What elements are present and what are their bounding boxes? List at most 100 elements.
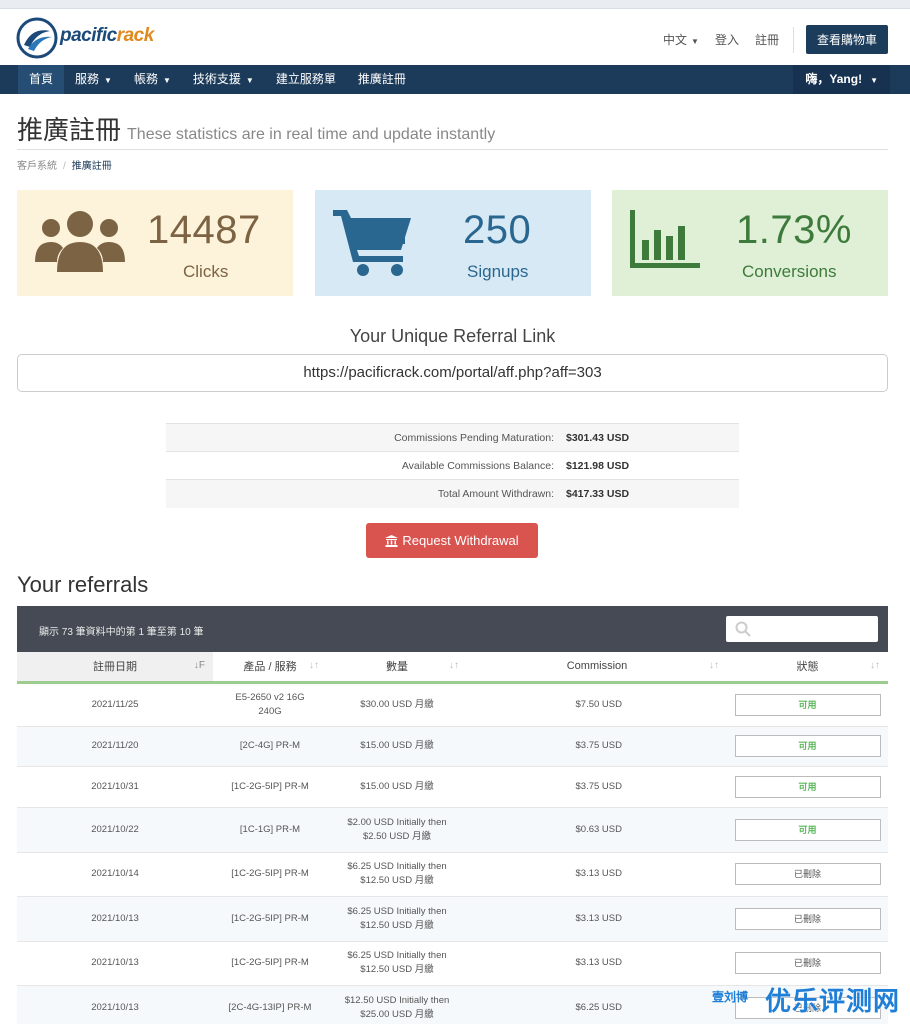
commission-label: Total Amount Withdrawn: xyxy=(166,479,566,508)
header-actions: 中文 ▼ 登入 註冊 查看購物車 xyxy=(647,25,888,54)
browser-top-strip xyxy=(0,0,910,9)
pacificrack-logo[interactable]: pacificrack xyxy=(16,17,166,59)
nav-open-ticket-label: 建立服務單 xyxy=(275,72,336,86)
cell-date: 2021/11/20 xyxy=(17,725,213,766)
nav-home[interactable]: 首頁 xyxy=(18,65,65,94)
cell-status: 已刪除 xyxy=(727,895,888,941)
col-product[interactable]: 產品 / 服務 ↓↑ xyxy=(213,652,327,684)
logo-text-pacific: pacific xyxy=(60,25,117,46)
users-icon xyxy=(35,211,125,272)
logo-swirl-icon xyxy=(16,17,58,59)
nav-services[interactable]: 服務 ▼ xyxy=(64,65,123,94)
status-badge: 可用 xyxy=(734,735,881,757)
cell-amount: $6.25 USD Initially then $12.50 USD 月繳 xyxy=(327,851,467,896)
breadcrumb-separator: / xyxy=(63,161,66,172)
status-badge: 可用 xyxy=(734,693,881,716)
cell-amount: $12.50 USD Initially then $25.00 USD 月繳 xyxy=(327,984,467,1024)
shopping-cart-icon xyxy=(333,210,411,276)
commission-row-available: Available Commissions Balance: $121.98 U… xyxy=(166,451,739,480)
caret-down-icon: ▼ xyxy=(691,37,699,46)
table-row: 2021/10/14 [1C-2G-5IP] PR-M $6.25 USD Init… xyxy=(17,851,888,896)
col-status-label: 狀態 xyxy=(796,661,819,674)
page-subtitle: These statistics are in real time and up… xyxy=(127,126,496,143)
table-row: 2021/11/20 [2C-4G] PR-M $15.00 USD 月繳 $3.75… xyxy=(17,725,888,766)
cell-amount: $2.00 USD Initially then $2.50 USD 月繳 xyxy=(327,806,467,852)
cell-status: 可用 xyxy=(727,681,888,726)
cell-product: [1C-2G-5IP] PR-M xyxy=(213,940,327,985)
request-withdrawal-button[interactable]: Request Withdrawal xyxy=(366,523,538,558)
col-signup-date[interactable]: 註冊日期 ↓F xyxy=(17,652,213,684)
referrals-table: 註冊日期 ↓F 產品 / 服務 ↓↑ 數量 ↓↑ Commission ↓↑ 狀態 ↓↑ … xyxy=(17,652,888,1024)
logo-text-rack: rack xyxy=(116,25,155,46)
main-navbar: 首頁 服務 ▼ 帳務 ▼ 技術支援 ▼ 建立服務單 推廣註冊 嗨，Yang! ▼ xyxy=(0,65,910,94)
breadcrumb-current: 推廣註冊 xyxy=(71,161,112,172)
user-menu[interactable]: 嗨，Yang! ▼ xyxy=(793,65,890,94)
nav-support[interactable]: 技術支援 ▼ xyxy=(182,65,265,94)
cell-date: 2021/10/13 xyxy=(17,940,213,985)
watermark-author: 壹刘博 xyxy=(712,990,749,1004)
clicks-label: Clicks xyxy=(183,262,229,281)
cell-date: 2021/10/13 xyxy=(17,895,213,941)
caret-down-icon: ▼ xyxy=(162,76,171,85)
referral-link-field[interactable]: https://pacificrack.com/portal/aff.php?a… xyxy=(17,354,888,392)
col-amount[interactable]: 數量 ↓↑ xyxy=(327,652,467,684)
commissions-table: Commissions Pending Maturation: $301.43 … xyxy=(166,423,739,508)
page-title: 推廣註冊 xyxy=(17,115,122,145)
breadcrumb: 客戶系統 / 推廣註冊 xyxy=(17,157,112,172)
cell-commission: $7.50 USD xyxy=(467,681,727,726)
nav-home-label: 首頁 xyxy=(29,72,54,86)
cell-amount: $15.00 USD 月繳 xyxy=(327,725,467,766)
referral-link-title: Your Unique Referral Link xyxy=(349,326,556,346)
nav-affiliates[interactable]: 推廣註冊 xyxy=(347,65,417,94)
sort-icon: ↓↑ xyxy=(709,660,719,671)
request-withdrawal-label: Request Withdrawal xyxy=(402,533,519,548)
referrals-section-title: Your referrals xyxy=(17,572,149,597)
header-divider xyxy=(792,26,794,53)
status-badge: 已刪除 xyxy=(734,863,881,885)
cell-product: [1C-2G-5IP] PR-M xyxy=(213,851,327,896)
cell-status: 可用 xyxy=(727,725,888,766)
table-row: 2021/11/25 E5-2650 v2 16G 240G $30.00 USD … xyxy=(17,681,888,726)
commission-value: $301.43 USD xyxy=(566,423,739,452)
register-link[interactable]: 註冊 xyxy=(755,31,779,48)
table-row: 2021/10/31 [1C-2G-5IP] PR-M $15.00 USD 月繳 $… xyxy=(17,765,888,807)
login-link[interactable]: 登入 xyxy=(715,31,739,48)
table-info: 顯示 73 筆資料中的第 1 筆至第 10 筆 xyxy=(39,627,204,638)
col-status[interactable]: 狀態 ↓↑ xyxy=(727,652,888,684)
nav-billing-label: 帳務 xyxy=(133,72,158,86)
cell-amount: $6.25 USD Initially then $12.50 USD 月繳 xyxy=(327,940,467,985)
sort-icon: ↓↑ xyxy=(870,660,880,671)
cell-product: [1C-2G-5IP] PR-M xyxy=(213,765,327,807)
nav-services-label: 服務 xyxy=(75,72,100,86)
user-greeting: 嗨，Yang! xyxy=(805,72,863,86)
status-badge: 可用 xyxy=(734,775,881,798)
commission-row-pending: Commissions Pending Maturation: $301.43 … xyxy=(166,423,739,452)
language-dropdown[interactable]: 中文 ▼ xyxy=(663,31,699,48)
table-row: 2021/10/13 [2C-4G-13IP] PR-M $12.50 USD In… xyxy=(17,984,888,1024)
cell-amount: $6.25 USD Initially then $12.50 USD 月繳 xyxy=(327,895,467,941)
cell-product: [1C-1G] PR-M xyxy=(213,806,327,852)
cell-status: 可用 xyxy=(727,806,888,852)
col-commission[interactable]: Commission ↓↑ xyxy=(467,652,727,684)
view-cart-button[interactable]: 查看購物車 xyxy=(805,25,888,54)
site-header: pacificrack 中文 ▼ 登入 註冊 查看購物車 xyxy=(0,9,910,65)
table-row: 2021/10/22 [1C-1G] PR-M $2.00 USD Initiall… xyxy=(17,806,888,852)
commission-row-withdrawn: Total Amount Withdrawn: $417.33 USD xyxy=(166,479,739,508)
stat-tile-conversions: 1.73% Conversions xyxy=(612,190,888,296)
signups-label: Signups xyxy=(467,262,529,281)
nav-open-ticket[interactable]: 建立服務單 xyxy=(265,65,347,94)
table-row: 2021/10/13 [1C-2G-5IP] PR-M $6.25 USD Init… xyxy=(17,940,888,985)
watermark: 优乐评测网 xyxy=(764,986,900,1016)
col-amount-label: 數量 xyxy=(386,661,408,674)
table-search-input[interactable] xyxy=(726,616,878,642)
cell-commission: $0.63 USD xyxy=(467,806,727,852)
cell-date: 2021/10/14 xyxy=(17,851,213,896)
breadcrumb-home[interactable]: 客戶系統 xyxy=(17,161,57,172)
conversions-value: 1.73% xyxy=(736,208,852,252)
referrals-table-body: 2021/11/25 E5-2650 v2 16G 240G $30.00 USD … xyxy=(17,681,888,1024)
referrals-table-toolbar: 顯示 73 筆資料中的第 1 筆至第 10 筆 xyxy=(17,606,888,652)
cell-product: [2C-4G-13IP] PR-M xyxy=(213,984,327,1024)
nav-billing[interactable]: 帳務 ▼ xyxy=(123,65,182,94)
caret-down-icon: ▼ xyxy=(870,76,878,85)
stat-tile-clicks: 14487 Clicks xyxy=(17,190,293,296)
